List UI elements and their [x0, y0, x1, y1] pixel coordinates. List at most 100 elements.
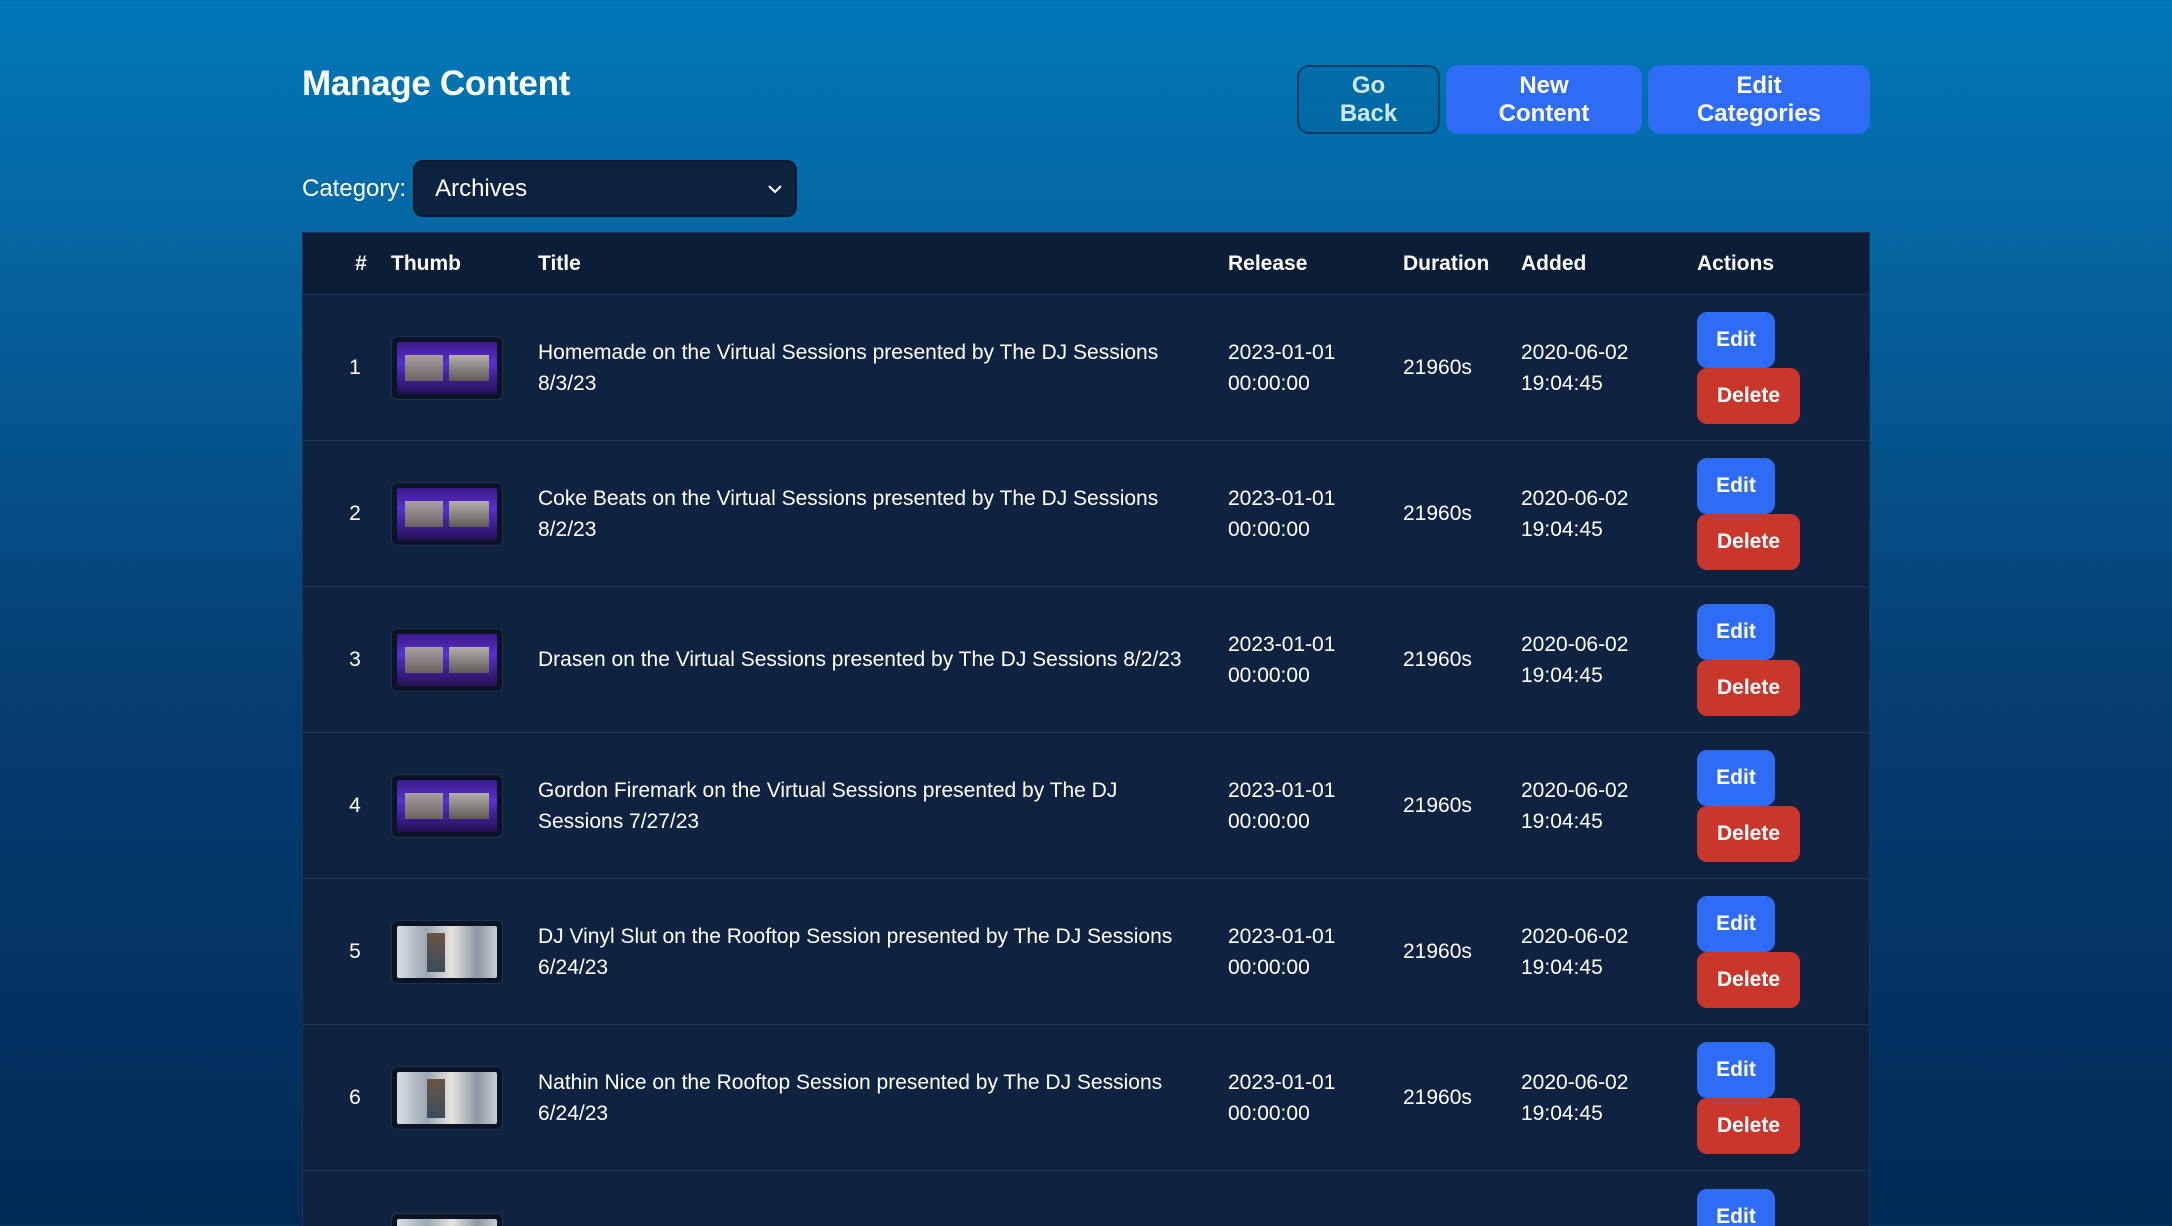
thumb-cell: [391, 481, 538, 546]
release-time: 00:00:00: [1228, 955, 1310, 979]
release-date: 2023-01-01: [1228, 1070, 1336, 1094]
content-title: Drasen on the Virtual Sessions presented…: [538, 648, 1182, 671]
added-date: 2020-06-02: [1521, 924, 1629, 948]
table-row: 1 Homemade on the Virtual Sessions presen…: [303, 295, 1869, 441]
chevron-down-icon: [767, 178, 783, 199]
release-cell: 2023-01-01 00:00:00: [1228, 629, 1403, 691]
content-thumbnail: [391, 1213, 503, 1226]
edit-button[interactable]: Edit: [1697, 603, 1775, 660]
header-toolbar: Go Back New Content Edit Categories: [1297, 65, 1870, 134]
release-time: 00:00:00: [1228, 517, 1310, 541]
added-cell: 2020-06-02 19:04:45: [1521, 1067, 1697, 1129]
content-thumbnail: [391, 773, 503, 838]
edit-button[interactable]: Edit: [1697, 895, 1775, 952]
actions-cell: Edit Delete: [1697, 749, 1867, 862]
table-body: 1 Homemade on the Virtual Sessions presen…: [303, 295, 1869, 1226]
release-cell: 2023-01-01 00:00:00: [1228, 1067, 1403, 1129]
release-date: 2023-01-01: [1228, 632, 1336, 656]
content-title: DJ Vinyl Slut on the Rooftop Session pre…: [538, 924, 1173, 979]
release-cell: 2023-01-01 00:00:00: [1228, 337, 1403, 399]
release-date: 2023-01-01: [1228, 924, 1336, 948]
release-cell: 2023-01-01 00:00:00: [1228, 921, 1403, 983]
category-select[interactable]: Archives: [413, 160, 798, 217]
thumb-cell: [391, 1189, 538, 1226]
col-header-num: #: [355, 251, 367, 275]
edit-button[interactable]: Edit: [1697, 457, 1775, 514]
release-cell: [1228, 1189, 1403, 1219]
release-time: 00:00:00: [1228, 663, 1310, 687]
go-back-button[interactable]: Go Back: [1297, 65, 1440, 134]
added-cell: 2020-06-02 19:04:45: [1521, 629, 1697, 691]
content-title: Gordon Firemark on the Virtual Sessions …: [538, 778, 1118, 833]
table-row: 4 Gordon Firemark on the Virtual Sessions…: [303, 733, 1869, 879]
duration: 21960s: [1403, 355, 1472, 379]
row-number: 6: [349, 1085, 361, 1109]
col-header-duration: Duration: [1403, 251, 1490, 275]
delete-button[interactable]: Delete: [1697, 513, 1800, 570]
added-date: 2020-06-02: [1521, 486, 1629, 510]
edit-button[interactable]: Edit: [1697, 1041, 1775, 1098]
content-thumbnail: [391, 481, 503, 546]
table-row: 6 Nathin Nice on the Rooftop Session pres…: [303, 1025, 1869, 1171]
added-cell: 2020-06-02 19:04:45: [1521, 483, 1697, 545]
table-row: 3 Drasen on the Virtual Sessions presente…: [303, 587, 1869, 733]
col-header-title: Title: [538, 252, 581, 275]
release-cell: 2023-01-01 00:00:00: [1228, 775, 1403, 837]
delete-button[interactable]: Delete: [1697, 805, 1800, 862]
content-title: Nathin Nice on the Rooftop Session prese…: [538, 1070, 1163, 1125]
actions-cell: Edit Delete: [1697, 895, 1867, 1008]
actions-cell: Edit Delete: [1697, 457, 1867, 570]
table-row: 5 DJ Vinyl Slut on the Rooftop Session pr…: [303, 879, 1869, 1025]
added-time: 19:04:45: [1521, 955, 1603, 979]
thumb-cell: [391, 627, 538, 692]
actions-cell: Edit Delete: [1697, 603, 1867, 716]
release-date: 2023-01-01: [1228, 486, 1336, 510]
added-date: 2020-06-02: [1521, 778, 1629, 802]
edit-button[interactable]: Edit: [1697, 1189, 1775, 1226]
actions-cell: Edit: [1697, 1189, 1867, 1226]
delete-button[interactable]: Delete: [1697, 659, 1800, 716]
release-date: 2023-01-01: [1228, 778, 1336, 802]
new-content-button[interactable]: New Content: [1446, 65, 1642, 134]
category-selected-value: Archives: [435, 174, 528, 202]
delete-button[interactable]: Delete: [1697, 1097, 1800, 1154]
row-number: 5: [349, 939, 361, 963]
edit-categories-button[interactable]: Edit Categories: [1648, 65, 1870, 134]
added-time: 19:04:45: [1521, 809, 1603, 833]
content-thumbnail: [391, 627, 503, 692]
added-date: 2020-06-02: [1521, 632, 1629, 656]
col-header-actions: Actions: [1697, 251, 1775, 275]
thumb-cell: [391, 773, 538, 838]
thumb-cell: [391, 335, 538, 400]
added-time: 19:04:45: [1521, 517, 1603, 541]
row-number: 1: [349, 355, 361, 379]
table-row: Edit: [303, 1171, 1869, 1226]
content-thumbnail: [391, 919, 503, 984]
added-cell: 2020-06-02 19:04:45: [1521, 775, 1697, 837]
content-title: Homemade on the Virtual Sessions present…: [538, 340, 1159, 395]
release-time: 00:00:00: [1228, 809, 1310, 833]
table-row: 2 Coke Beats on the Virtual Sessions pres…: [303, 441, 1869, 587]
thumb-cell: [391, 919, 538, 984]
col-header-thumb: Thumb: [391, 251, 461, 275]
manage-content-page: Manage Content Go Back New Content Edit …: [302, 0, 1870, 1226]
content-thumbnail: [391, 335, 503, 400]
added-cell: [1521, 1189, 1697, 1219]
row-number: 4: [349, 793, 361, 817]
delete-button[interactable]: Delete: [1697, 951, 1800, 1008]
release-date: 2023-01-01: [1228, 340, 1336, 364]
page-header: Manage Content Go Back New Content Edit …: [302, 0, 1870, 150]
edit-button[interactable]: Edit: [1697, 311, 1775, 368]
col-header-release: Release: [1228, 252, 1308, 275]
actions-cell: Edit Delete: [1697, 1041, 1867, 1154]
added-date: 2020-06-02: [1521, 340, 1629, 364]
added-cell: 2020-06-02 19:04:45: [1521, 337, 1697, 399]
content-thumbnail: [391, 1065, 503, 1130]
delete-button[interactable]: Delete: [1697, 367, 1800, 424]
duration: 21960s: [1403, 1085, 1472, 1109]
content-title: Coke Beats on the Virtual Sessions prese…: [538, 486, 1159, 541]
actions-cell: Edit Delete: [1697, 311, 1867, 424]
duration: 21960s: [1403, 501, 1472, 525]
edit-button[interactable]: Edit: [1697, 749, 1775, 806]
col-header-added: Added: [1521, 252, 1587, 275]
